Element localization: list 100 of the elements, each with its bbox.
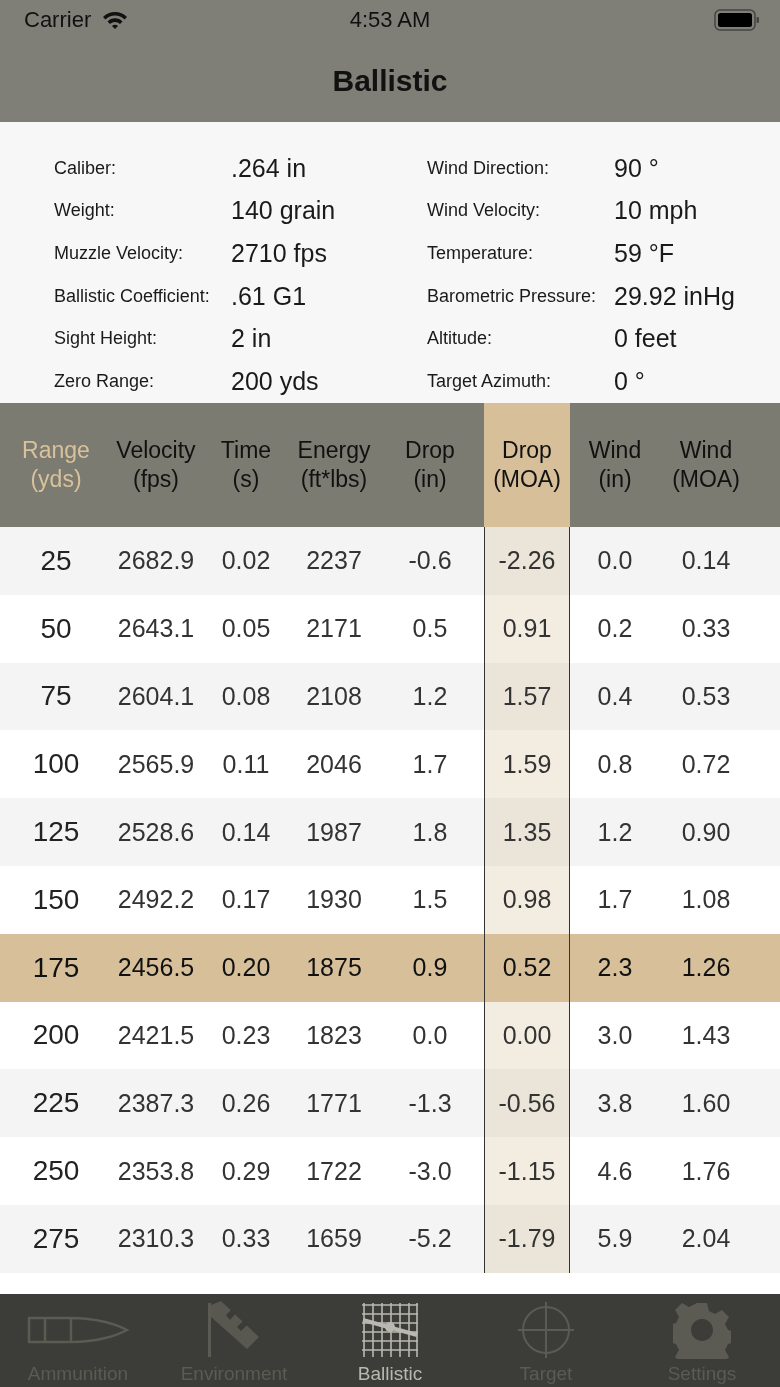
column-header[interactable]: Velocity (fps): [112, 403, 200, 527]
parameter-value: 10 mph: [614, 196, 699, 226]
table-cell: 0.5: [412, 614, 448, 644]
parameter-value: .61 G1: [231, 281, 308, 311]
table-cell: 1771: [306, 1088, 362, 1118]
table-cell: 0.4: [597, 682, 633, 711]
table-cell: 2.3: [597, 953, 633, 983]
table-cell: 1.2: [597, 817, 633, 847]
parameter-value: 59 °F: [614, 239, 676, 268]
parameter-label: Barometric Pressure:: [427, 285, 598, 307]
table-cell: 0.20: [221, 953, 271, 983]
parameter-label: Zero Range:: [54, 370, 156, 392]
column-header[interactable]: Drop (in): [376, 403, 484, 527]
table-cell: 2108: [306, 682, 362, 711]
table-cell: 0.8: [597, 749, 633, 779]
table-cell: 1.7: [412, 749, 448, 779]
table-row[interactable]: 50 2643.1 0.05 2171 0.5 0.91 0.2 0.33: [0, 594, 780, 663]
table-cell: 2604.1: [117, 682, 195, 711]
table-cell: 1.43: [681, 1020, 731, 1050]
table-cell: 1.59: [502, 749, 552, 779]
table-cell: 0.0: [597, 546, 633, 576]
column-header[interactable]: Drop (MOA): [484, 403, 570, 527]
table-cell: 0.14: [221, 817, 271, 847]
table-cell: 2171: [306, 614, 362, 644]
table-cell: 2492.2: [117, 885, 195, 915]
table-cell: 1.2: [412, 682, 448, 711]
table-cell: 2456.5: [117, 953, 195, 983]
table-cell: 0.26: [221, 1088, 271, 1118]
table-cell: 125: [32, 816, 80, 849]
table-cell: 1.8: [412, 817, 448, 847]
table-cell: 1.35: [502, 817, 552, 847]
parameter-label: Weight:: [54, 200, 116, 222]
parameter-value: 2710 fps: [231, 239, 328, 268]
table-cell: 0.0: [412, 1020, 448, 1050]
settings-icon: [673, 1301, 731, 1359]
parameter-value: 200 yds: [231, 366, 320, 396]
table-cell: 1875: [306, 953, 362, 983]
table-cell: 0.00: [502, 1020, 552, 1050]
parameter-value: 0 °: [614, 366, 646, 396]
parameter-label: Caliber:: [54, 157, 118, 179]
table-cell: 1.7: [597, 885, 633, 915]
column-header[interactable]: Wind (MOA): [660, 403, 752, 527]
table-cell: 3.8: [597, 1088, 633, 1118]
table-cell: -0.56: [498, 1088, 556, 1118]
table-cell: 50: [40, 612, 72, 645]
table-cell: 275: [32, 1222, 80, 1255]
parameter-value: 140 grain: [231, 196, 337, 226]
table-cell: 0.9: [412, 953, 448, 983]
table-row[interactable]: 100 2565.9 0.11 2046 1.7 1.59 0.8 0.72: [0, 730, 780, 799]
table-cell: 3.0: [597, 1020, 633, 1050]
table-cell: 0.2: [597, 614, 633, 644]
parameter-label: Wind Velocity:: [427, 200, 542, 222]
battery-icon: [714, 9, 760, 31]
wifi-icon: [101, 10, 130, 30]
parameter-value: 90 °: [614, 153, 660, 183]
table-cell: 175: [32, 951, 80, 984]
table-cell: 1659: [306, 1224, 362, 1254]
table-cell: 25: [40, 544, 72, 577]
table-row[interactable]: 250 2353.8 0.29 1722 -3.0 -1.15 4.6 1.76: [0, 1137, 780, 1205]
bullet-icon: [26, 1315, 130, 1345]
table-cell: 2421.5: [117, 1020, 195, 1050]
table-row[interactable]: 225 2387.3 0.26 1771 -1.3 -0.56 3.8 1.60: [0, 1069, 780, 1138]
table-cell: 0.53: [681, 682, 731, 711]
table-cell: 250: [32, 1155, 80, 1188]
column-header[interactable]: Energy (ft*lbs): [292, 403, 376, 527]
parameter-label: Target Azimuth:: [427, 370, 553, 392]
table-cell: 0.98: [502, 885, 552, 915]
table-cell: -5.2: [408, 1224, 452, 1254]
table-cell: 1.5: [412, 885, 448, 915]
parameter-label: Ballistic Coefficient:: [54, 285, 211, 307]
table-row[interactable]: 275 2310.3 0.33 1659 -5.2 -1.79 5.9 2.04: [0, 1204, 780, 1273]
table-row[interactable]: 125 2528.6 0.14 1987 1.8 1.35 1.2 0.90: [0, 798, 780, 866]
parameter-value: 0 feet: [614, 324, 678, 354]
parameter-value: 29.92 inHg: [614, 281, 736, 311]
table-cell: 2528.6: [117, 817, 195, 847]
parameter-value: .264 in: [231, 153, 308, 183]
table-cell: 0.14: [681, 546, 731, 576]
parameter-label: Temperature:: [427, 243, 535, 264]
grid-chart-icon: [361, 1301, 419, 1359]
table-cell: 100: [32, 748, 80, 781]
table-cell: 75: [40, 680, 72, 713]
carrier-label: Carrier: [24, 7, 92, 33]
table-row[interactable]: 75 2604.1 0.08 2108 1.2 1.57 0.4 0.53: [0, 662, 780, 731]
table-cell: -1.79: [498, 1224, 556, 1254]
table-cell: 2046: [306, 749, 362, 779]
table-cell: 4.6: [597, 1156, 633, 1186]
table-row[interactable]: 200 2421.5 0.23 1823 0.0 0.00 3.0 1.43: [0, 1001, 780, 1070]
column-header[interactable]: Wind (in): [570, 403, 660, 527]
column-header[interactable]: Time (s): [200, 403, 292, 527]
table-row[interactable]: 25 2682.9 0.02 2237 -0.6 -2.26 0.0 0.14: [0, 527, 780, 595]
tab-item[interactable]: Ballistic: [312, 1294, 468, 1387]
table-cell: 0.11: [222, 749, 270, 779]
parameter-label: Sight Height:: [54, 328, 159, 350]
nav-title: Ballistic: [332, 64, 448, 98]
table-cell: -3.0: [408, 1156, 452, 1186]
table-cell: 0.72: [681, 749, 731, 779]
table-row[interactable]: 150 2492.2 0.17 1930 1.5 0.98 1.7 1.08: [0, 866, 780, 934]
table-row[interactable]: 175 2456.5 0.20 1875 0.9 0.52 2.3 1.26: [0, 933, 780, 1002]
table-cell: 1930: [306, 885, 362, 915]
table-cell: 1.08: [681, 885, 731, 915]
